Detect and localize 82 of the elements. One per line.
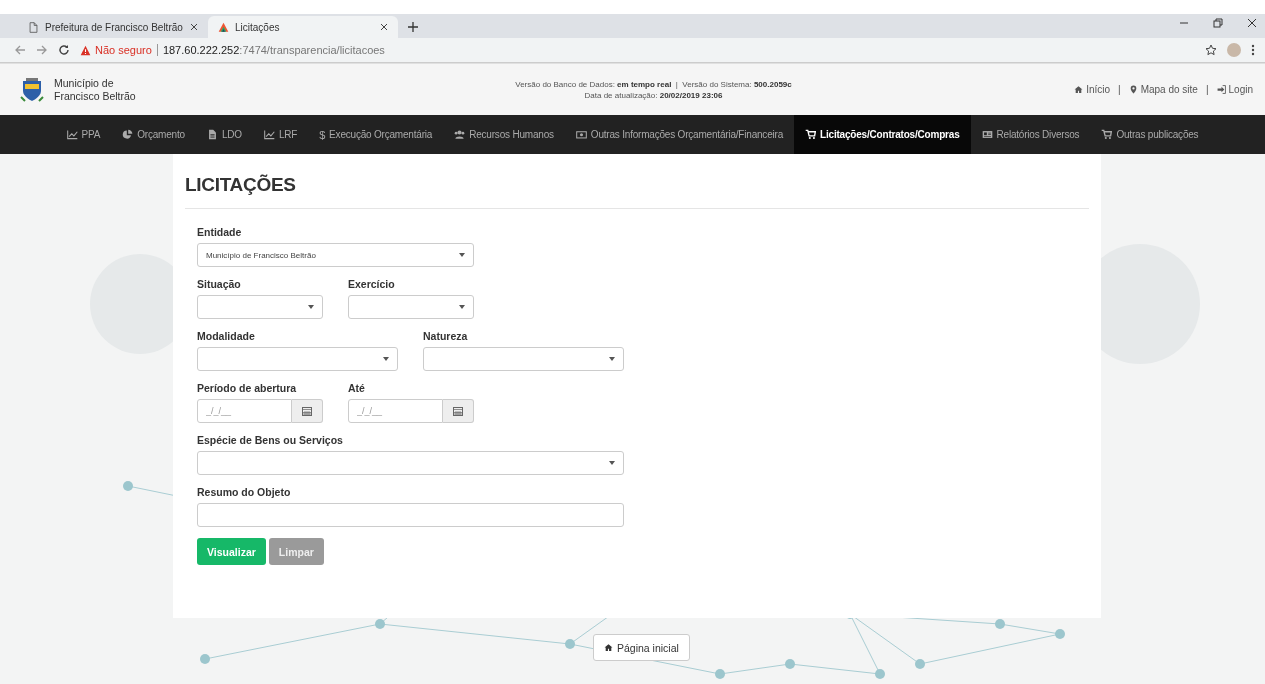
nav-item[interactable]: PPA	[55, 115, 112, 154]
pie-chart-icon	[122, 129, 134, 140]
tab-title: Prefeitura de Francisco Beltrão	[45, 21, 183, 33]
header-link[interactable]: Login	[1216, 84, 1253, 95]
star-icon[interactable]	[1205, 44, 1217, 56]
forward-arrow-icon[interactable]	[36, 44, 48, 56]
calendar-icon	[453, 406, 463, 416]
nav-item[interactable]: Outras publicações	[1090, 115, 1210, 154]
dropdown-caret-icon	[459, 253, 465, 257]
dropdown-caret-icon	[459, 305, 465, 309]
home-icon	[1074, 85, 1084, 94]
nav-item[interactable]: Outras Informações Orçamentária/Financeira	[564, 115, 795, 154]
field-label: Entidade	[197, 226, 243, 238]
field-label: Natureza	[423, 330, 469, 342]
select-field[interactable]	[197, 347, 398, 371]
close-icon[interactable]	[1247, 18, 1257, 28]
id-card-icon	[981, 129, 993, 140]
back-arrow-icon[interactable]	[14, 44, 26, 56]
document-icon	[206, 129, 218, 140]
tab-title: Licitações	[235, 21, 280, 33]
dropdown-caret-icon	[308, 305, 314, 309]
people-icon	[454, 129, 466, 140]
calendar-button[interactable]	[292, 399, 323, 423]
field-label: Resumo do Objeto	[197, 486, 292, 498]
map-pin-icon	[1128, 85, 1138, 94]
field-label: Modalidade	[197, 330, 256, 342]
separator: |	[1205, 84, 1209, 95]
select-field[interactable]	[197, 451, 624, 475]
select-field[interactable]	[423, 347, 624, 371]
page-title: LICITAÇÕES	[185, 174, 297, 196]
field-label: Período de abertura	[197, 382, 298, 394]
new-tab-icon[interactable]	[408, 22, 418, 32]
page-icon	[28, 21, 39, 33]
nav-item[interactable]: LDO	[195, 115, 253, 154]
line-chart-icon	[263, 129, 275, 140]
dropdown-caret-icon	[609, 357, 615, 361]
version-info: Data de atualização: 20/02/2019 23:06	[583, 89, 724, 101]
field-label: Espécie de Bens ou Serviços	[197, 434, 344, 446]
line-chart-icon	[66, 129, 78, 140]
date-field[interactable]: _/_/__	[197, 399, 292, 423]
dropdown-caret-icon	[383, 357, 389, 361]
menu-icon[interactable]	[1251, 44, 1255, 56]
cart-icon	[1101, 129, 1113, 140]
select-field[interactable]	[197, 295, 323, 319]
browser-tab[interactable]: Licitações	[208, 16, 398, 38]
login-icon	[1216, 85, 1226, 94]
calendar-button[interactable]	[443, 399, 474, 423]
banknote-icon	[575, 129, 587, 140]
header-link[interactable]: Mapa do site	[1128, 84, 1198, 95]
close-icon[interactable]	[190, 23, 198, 31]
crest-logo-icon	[20, 76, 44, 103]
separator: |	[1118, 84, 1121, 95]
cart-icon	[805, 129, 817, 140]
close-icon[interactable]	[380, 23, 388, 31]
warning-icon	[80, 44, 91, 56]
select-field[interactable]: Município de Francisco Beltrão	[197, 243, 474, 267]
nav-item[interactable]: Relatórios Diversos	[970, 115, 1091, 154]
home-page-button[interactable]: Página inicial	[593, 634, 690, 661]
header-link[interactable]: Início	[1074, 84, 1111, 95]
dollar-icon: $	[319, 128, 326, 141]
nav-item[interactable]: LRF	[252, 115, 309, 154]
triangle-logo-icon	[218, 21, 229, 33]
url-text: 187.60.222.252:7474/transparencia/licitacoes	[162, 44, 385, 56]
nav-item[interactable]: Recursos Humanos	[443, 115, 565, 154]
text-field[interactable]	[197, 503, 624, 527]
municipality-name: Município de Francisco Beltrão	[54, 76, 137, 103]
nav-item[interactable]: $ Execução Orçamentária	[308, 115, 444, 154]
date-field[interactable]: _/_/__	[348, 399, 443, 423]
field-label: Situação	[197, 278, 242, 290]
select-field[interactable]	[348, 295, 474, 319]
field-label: Até	[348, 382, 366, 394]
restore-icon[interactable]	[1213, 18, 1223, 28]
version-info: Versão do Banco de Dados: em tempo real | Versão do Sistema: 500.2059c	[514, 78, 793, 90]
field-label: Exercício	[348, 278, 396, 290]
nav-item[interactable]: Licitações/Contratos/Compras	[794, 115, 971, 154]
browser-tab[interactable]: Prefeitura de Francisco Beltrão	[18, 16, 208, 38]
reload-icon[interactable]	[58, 44, 70, 56]
dropdown-caret-icon	[609, 461, 615, 465]
calendar-icon	[302, 406, 312, 416]
nav-item[interactable]: Orçamento	[111, 115, 196, 154]
home-icon	[604, 643, 613, 652]
security-label: Não seguro	[95, 44, 152, 56]
